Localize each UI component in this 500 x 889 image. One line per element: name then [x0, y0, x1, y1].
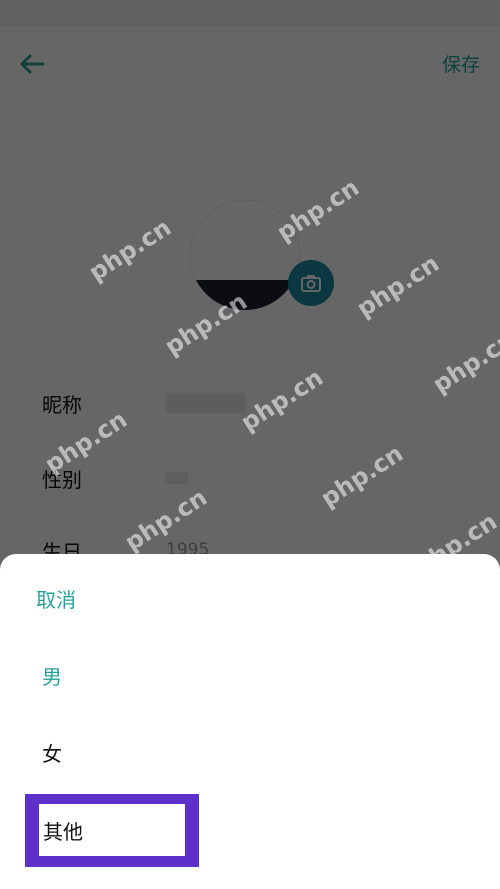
gender-option-other[interactable]: 其他 [39, 804, 185, 856]
gender-option-other-label: 其他 [43, 820, 83, 844]
gender-picker-sheet: 取消 男 女 其他 [0, 554, 500, 889]
highlight-box: 其他 [25, 794, 199, 867]
gender-option-female[interactable]: 女 [42, 738, 62, 767]
gender-option-male[interactable]: 男 [42, 661, 62, 690]
cancel-button[interactable]: 取消 [36, 584, 76, 613]
